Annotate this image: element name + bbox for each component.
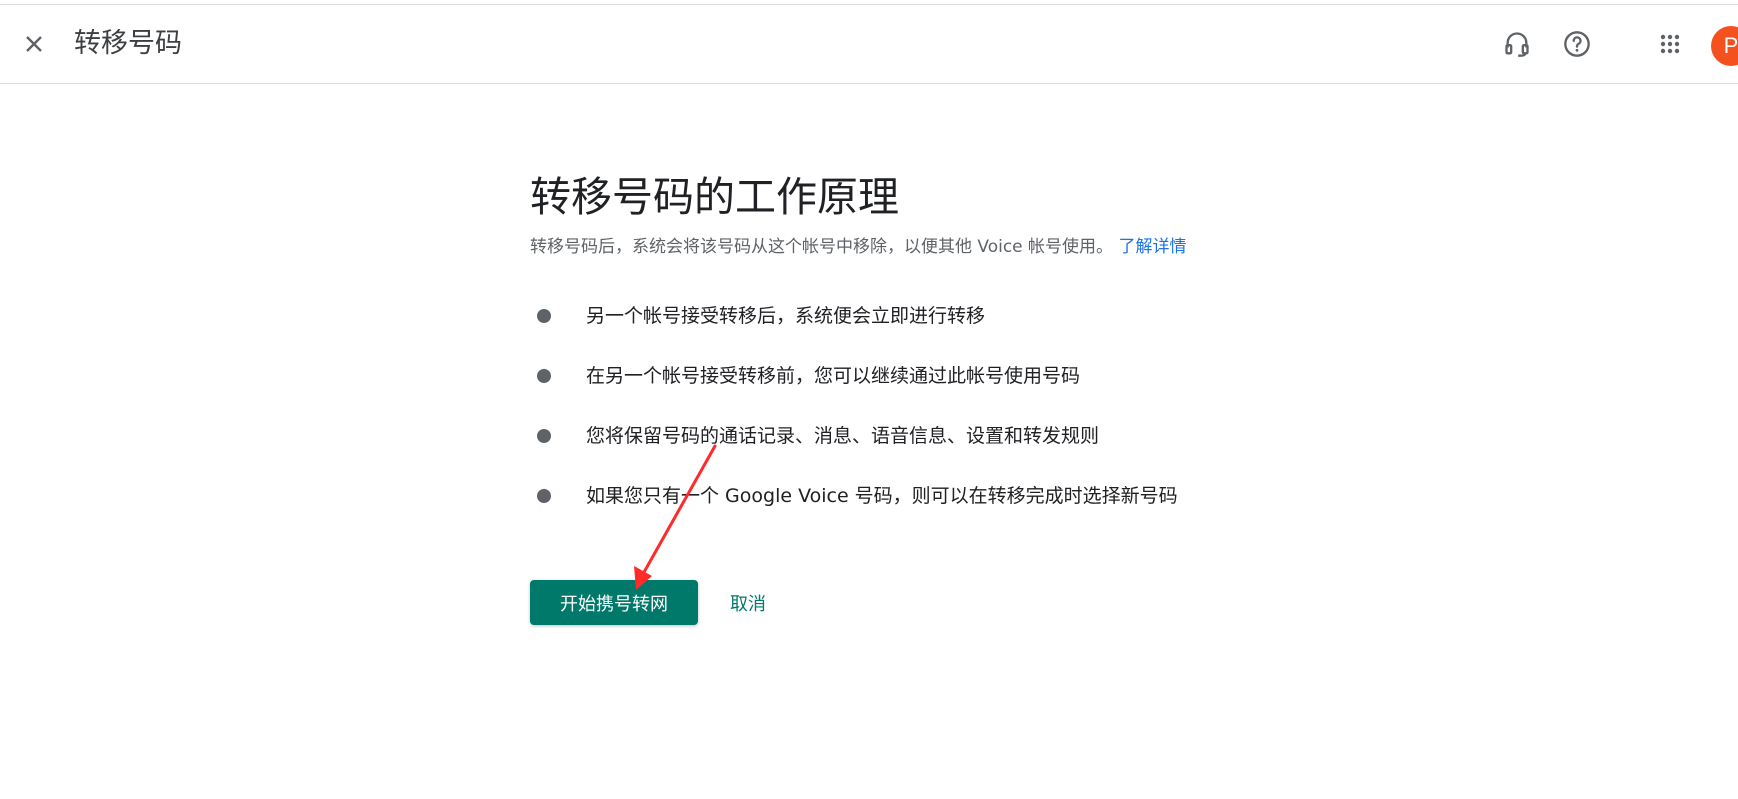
list-item: 另一个帐号接受转移后，系统便会立即进行转移 (530, 298, 1290, 358)
app-bar: 转移号码 P (0, 4, 1738, 84)
info-list: 另一个帐号接受转移后，系统便会立即进行转移 在另一个帐号接受转移前，您可以继续通… (530, 298, 1290, 538)
page-heading: 转移号码的工作原理 (530, 173, 899, 221)
bullet-dot (537, 489, 551, 503)
start-port-button[interactable]: 开始携号转网 (530, 580, 698, 625)
bullet-dot (537, 429, 551, 443)
help-button[interactable] (1557, 24, 1597, 64)
apps-grid-icon (1660, 34, 1680, 54)
list-item-text: 另一个帐号接受转移后，系统便会立即进行转移 (586, 305, 986, 327)
bullet-dot (537, 369, 551, 383)
list-item-text: 在另一个帐号接受转移前，您可以继续通过此帐号使用号码 (586, 365, 1081, 387)
apps-button[interactable] (1650, 24, 1690, 64)
cancel-button[interactable]: 取消 (724, 580, 772, 625)
list-item: 您将保留号码的通话记录、消息、语音信息、设置和转发规则 (530, 418, 1290, 478)
list-item-text: 您将保留号码的通话记录、消息、语音信息、设置和转发规则 (586, 425, 1100, 447)
list-item: 在另一个帐号接受转移前，您可以继续通过此帐号使用号码 (530, 358, 1290, 418)
help-circle-icon (1564, 31, 1590, 57)
list-item-text: 如果您只有一个 Google Voice 号码，则可以在转移完成时选择新号码 (586, 485, 1178, 507)
account-avatar[interactable]: P (1711, 26, 1738, 66)
learn-more-link[interactable]: 了解详情 (1118, 237, 1186, 257)
list-item: 如果您只有一个 Google Voice 号码，则可以在转移完成时选择新号码 (530, 478, 1290, 538)
headset-icon (1505, 32, 1529, 57)
app-title: 转移号码 (74, 28, 182, 59)
transfer-info-panel: 转移号码的工作原理 转移号码后，系统会将该号码从这个帐号中移除，以便其他 Voi… (530, 170, 1290, 538)
close-button[interactable] (14, 24, 54, 64)
page-subtitle: 转移号码后，系统会将该号码从这个帐号中移除，以便其他 Voice 帐号使用。 了… (530, 234, 1290, 260)
action-bar: 开始携号转网 取消 (530, 580, 772, 625)
subtitle-text: 转移号码后，系统会将该号码从这个帐号中移除，以便其他 Voice 帐号使用。 (530, 237, 1114, 257)
support-button[interactable] (1497, 24, 1537, 64)
bullet-dot (537, 309, 551, 323)
close-icon (26, 36, 42, 52)
